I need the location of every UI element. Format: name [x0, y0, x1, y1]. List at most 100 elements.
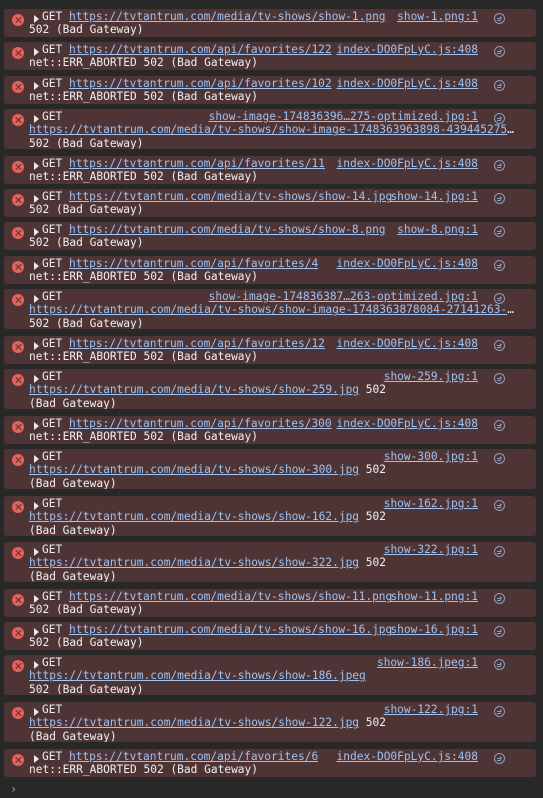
console-error-entry[interactable]: GET show-259.jpg:1 https://tvtantrum.com/m… [4, 369, 536, 409]
source-location-link[interactable]: show-259.jpg:1 [384, 370, 478, 383]
expand-triangle-icon[interactable] [34, 548, 39, 556]
console-error-entry[interactable]: GET show-image-174836387…263-optimized.jp… [4, 289, 536, 329]
expand-triangle-icon[interactable] [34, 661, 39, 669]
request-url-link[interactable]: https://tvtantrum.com/api/favorites/300 [69, 417, 332, 430]
expand-triangle-icon[interactable] [34, 15, 39, 23]
source-location-link[interactable]: show-322.jpg:1 [384, 543, 478, 556]
console-error-entry[interactable]: GET https://tvtantrum.com/media/tv-shows… [4, 589, 536, 617]
expand-triangle-icon[interactable] [34, 162, 39, 170]
source-location-link[interactable]: show-122.jpg:1 [384, 703, 478, 716]
console-error-entry[interactable]: GET https://tvtantrum.com/media/tv-shows… [4, 622, 536, 650]
console-error-entry[interactable]: GET https://tvtantrum.com/media/tv-shows… [4, 222, 536, 250]
network-request-icon[interactable] [494, 453, 505, 464]
network-request-icon[interactable] [494, 593, 505, 604]
expand-triangle-icon[interactable] [34, 502, 39, 510]
expand-triangle-icon[interactable] [34, 375, 39, 383]
expand-triangle-icon[interactable] [34, 755, 39, 763]
source-location-link[interactable]: show-8.png:1 [397, 223, 478, 236]
console-prompt[interactable]: › [10, 782, 17, 796]
network-request-icon[interactable] [494, 753, 505, 764]
network-request-icon[interactable] [494, 626, 505, 637]
request-url-link[interactable]: https://tvtantrum.com/media/tv-shows/sho… [29, 383, 359, 396]
request-url-link[interactable]: https://tvtantrum.com/media/tv-shows/sho… [29, 716, 359, 729]
source-location-link[interactable]: show-300.jpg:1 [384, 450, 478, 463]
request-url-link[interactable]: https://tvtantrum.com/api/favorites/11 [69, 157, 325, 170]
source-location-link[interactable]: show-11.png:1 [390, 590, 478, 603]
request-url-link[interactable]: https://tvtantrum.com/media/tv-shows/sho… [29, 510, 359, 523]
console-error-entry[interactable]: GET https://tvtantrum.com/media/tv-shows… [4, 189, 536, 217]
expand-triangle-icon[interactable] [34, 422, 39, 430]
source-location-link[interactable]: index-DO0FpLyC.js:408 [337, 417, 478, 430]
request-url-link[interactable]: https://tvtantrum.com/api/favorites/122 [69, 43, 332, 56]
network-request-icon[interactable] [494, 160, 505, 171]
console-error-entry[interactable]: GET https://tvtantrum.com/api/favorites/… [4, 76, 536, 104]
expand-triangle-icon[interactable] [34, 48, 39, 56]
network-request-icon[interactable] [494, 420, 505, 431]
network-request-icon[interactable] [494, 659, 505, 670]
expand-triangle-icon[interactable] [34, 455, 39, 463]
network-request-icon[interactable] [494, 46, 505, 57]
console-error-entry[interactable]: GET https://tvtantrum.com/api/favorites/… [4, 749, 536, 777]
request-url-link[interactable]: https://tvtantrum.com/api/favorites/6 [69, 750, 318, 763]
expand-triangle-icon[interactable] [34, 342, 39, 350]
network-request-icon[interactable] [494, 193, 505, 204]
request-url-link[interactable]: https://tvtantrum.com/media/tv-shows/sho… [69, 223, 386, 236]
expand-triangle-icon[interactable] [34, 595, 39, 603]
request-url-link[interactable]: https://tvtantrum.com/media/tv-shows/sho… [29, 463, 359, 476]
request-url-link[interactable]: https://tvtantrum.com/media/tv-shows/sho… [29, 123, 519, 136]
source-location-link[interactable]: index-DO0FpLyC.js:408 [337, 157, 478, 170]
expand-triangle-icon[interactable] [34, 628, 39, 636]
request-url-link[interactable]: https://tvtantrum.com/media/tv-shows/sho… [29, 669, 366, 682]
request-url-link[interactable]: https://tvtantrum.com/api/favorites/4 [69, 257, 318, 270]
source-location-link[interactable]: show-16.jpg:1 [390, 623, 478, 636]
network-request-icon[interactable] [494, 340, 505, 351]
console-error-entry[interactable]: GET https://tvtantrum.com/api/favorites/… [4, 42, 536, 70]
console-error-entry[interactable]: GET show-186.jpeg:1 https://tvtantrum.com/… [4, 655, 536, 695]
source-location-link[interactable]: index-DO0FpLyC.js:408 [337, 43, 478, 56]
expand-triangle-icon[interactable] [34, 82, 39, 90]
source-location-link[interactable]: show-14.jpg:1 [390, 190, 478, 203]
request-url-link[interactable]: https://tvtantrum.com/media/tv-shows/sho… [29, 556, 359, 569]
source-location-link[interactable]: index-DO0FpLyC.js:408 [337, 750, 478, 763]
console-error-entry[interactable]: GET https://tvtantrum.com/api/favorites/… [4, 156, 536, 184]
expand-triangle-icon[interactable] [34, 708, 39, 716]
request-url-link[interactable]: https://tvtantrum.com/media/tv-shows/sho… [69, 623, 392, 636]
console-error-entry[interactable]: GET https://tvtantrum.com/api/favorites/… [4, 336, 536, 364]
network-request-icon[interactable] [494, 373, 505, 384]
expand-triangle-icon[interactable] [34, 295, 39, 303]
source-location-link[interactable]: show-186.jpeg:1 [377, 656, 478, 669]
source-location-link[interactable]: show-image-174836396…275-optimized.jpg:1 [209, 110, 478, 123]
source-location-link[interactable]: show-1.png:1 [397, 10, 478, 23]
console-error-entry[interactable]: GET https://tvtantrum.com/api/favorites/… [4, 416, 536, 444]
network-request-icon[interactable] [494, 706, 505, 717]
network-request-icon[interactable] [494, 13, 505, 24]
network-request-icon[interactable] [494, 80, 505, 91]
source-location-link[interactable]: show-image-174836387…263-optimized.jpg:1 [209, 290, 478, 303]
console-error-entry[interactable]: GET show-300.jpg:1 https://tvtantrum.com/m… [4, 449, 536, 489]
console-error-entry[interactable]: GET show-162.jpg:1 https://tvtantrum.com/m… [4, 496, 536, 536]
source-location-link[interactable]: show-162.jpg:1 [384, 497, 478, 510]
request-url-link[interactable]: https://tvtantrum.com/api/favorites/102 [69, 77, 332, 90]
expand-triangle-icon[interactable] [34, 228, 39, 236]
network-request-icon[interactable] [494, 546, 505, 557]
request-url-link[interactable]: https://tvtantrum.com/media/tv-shows/sho… [69, 590, 392, 603]
network-request-icon[interactable] [494, 260, 505, 271]
console-error-entry[interactable]: GET show-322.jpg:1 https://tvtantrum.com/m… [4, 542, 536, 582]
console-error-entry[interactable]: GET show-122.jpg:1 https://tvtantrum.com/m… [4, 702, 536, 742]
expand-triangle-icon[interactable] [34, 262, 39, 270]
request-url-link[interactable]: https://tvtantrum.com/api/favorites/12 [69, 337, 325, 350]
expand-triangle-icon[interactable] [34, 195, 39, 203]
network-request-icon[interactable] [494, 226, 505, 237]
request-url-link[interactable]: https://tvtantrum.com/media/tv-shows/sho… [69, 190, 392, 203]
request-url-link[interactable]: https://tvtantrum.com/media/tv-shows/sho… [69, 10, 386, 23]
source-location-link[interactable]: index-DO0FpLyC.js:408 [337, 257, 478, 270]
request-url-link[interactable]: https://tvtantrum.com/media/tv-shows/sho… [29, 303, 519, 316]
source-location-link[interactable]: index-DO0FpLyC.js:408 [337, 337, 478, 350]
expand-triangle-icon[interactable] [34, 115, 39, 123]
console-error-entry[interactable]: GET show-image-174836396…275-optimized.jp… [4, 109, 536, 149]
console-error-entry[interactable]: GET https://tvtantrum.com/api/favorites/… [4, 256, 536, 284]
console-error-entry[interactable]: GET https://tvtantrum.com/media/tv-shows… [4, 9, 536, 37]
http-method: GET [42, 370, 63, 383]
network-request-icon[interactable] [494, 500, 505, 511]
source-location-link[interactable]: index-DO0FpLyC.js:408 [337, 77, 478, 90]
